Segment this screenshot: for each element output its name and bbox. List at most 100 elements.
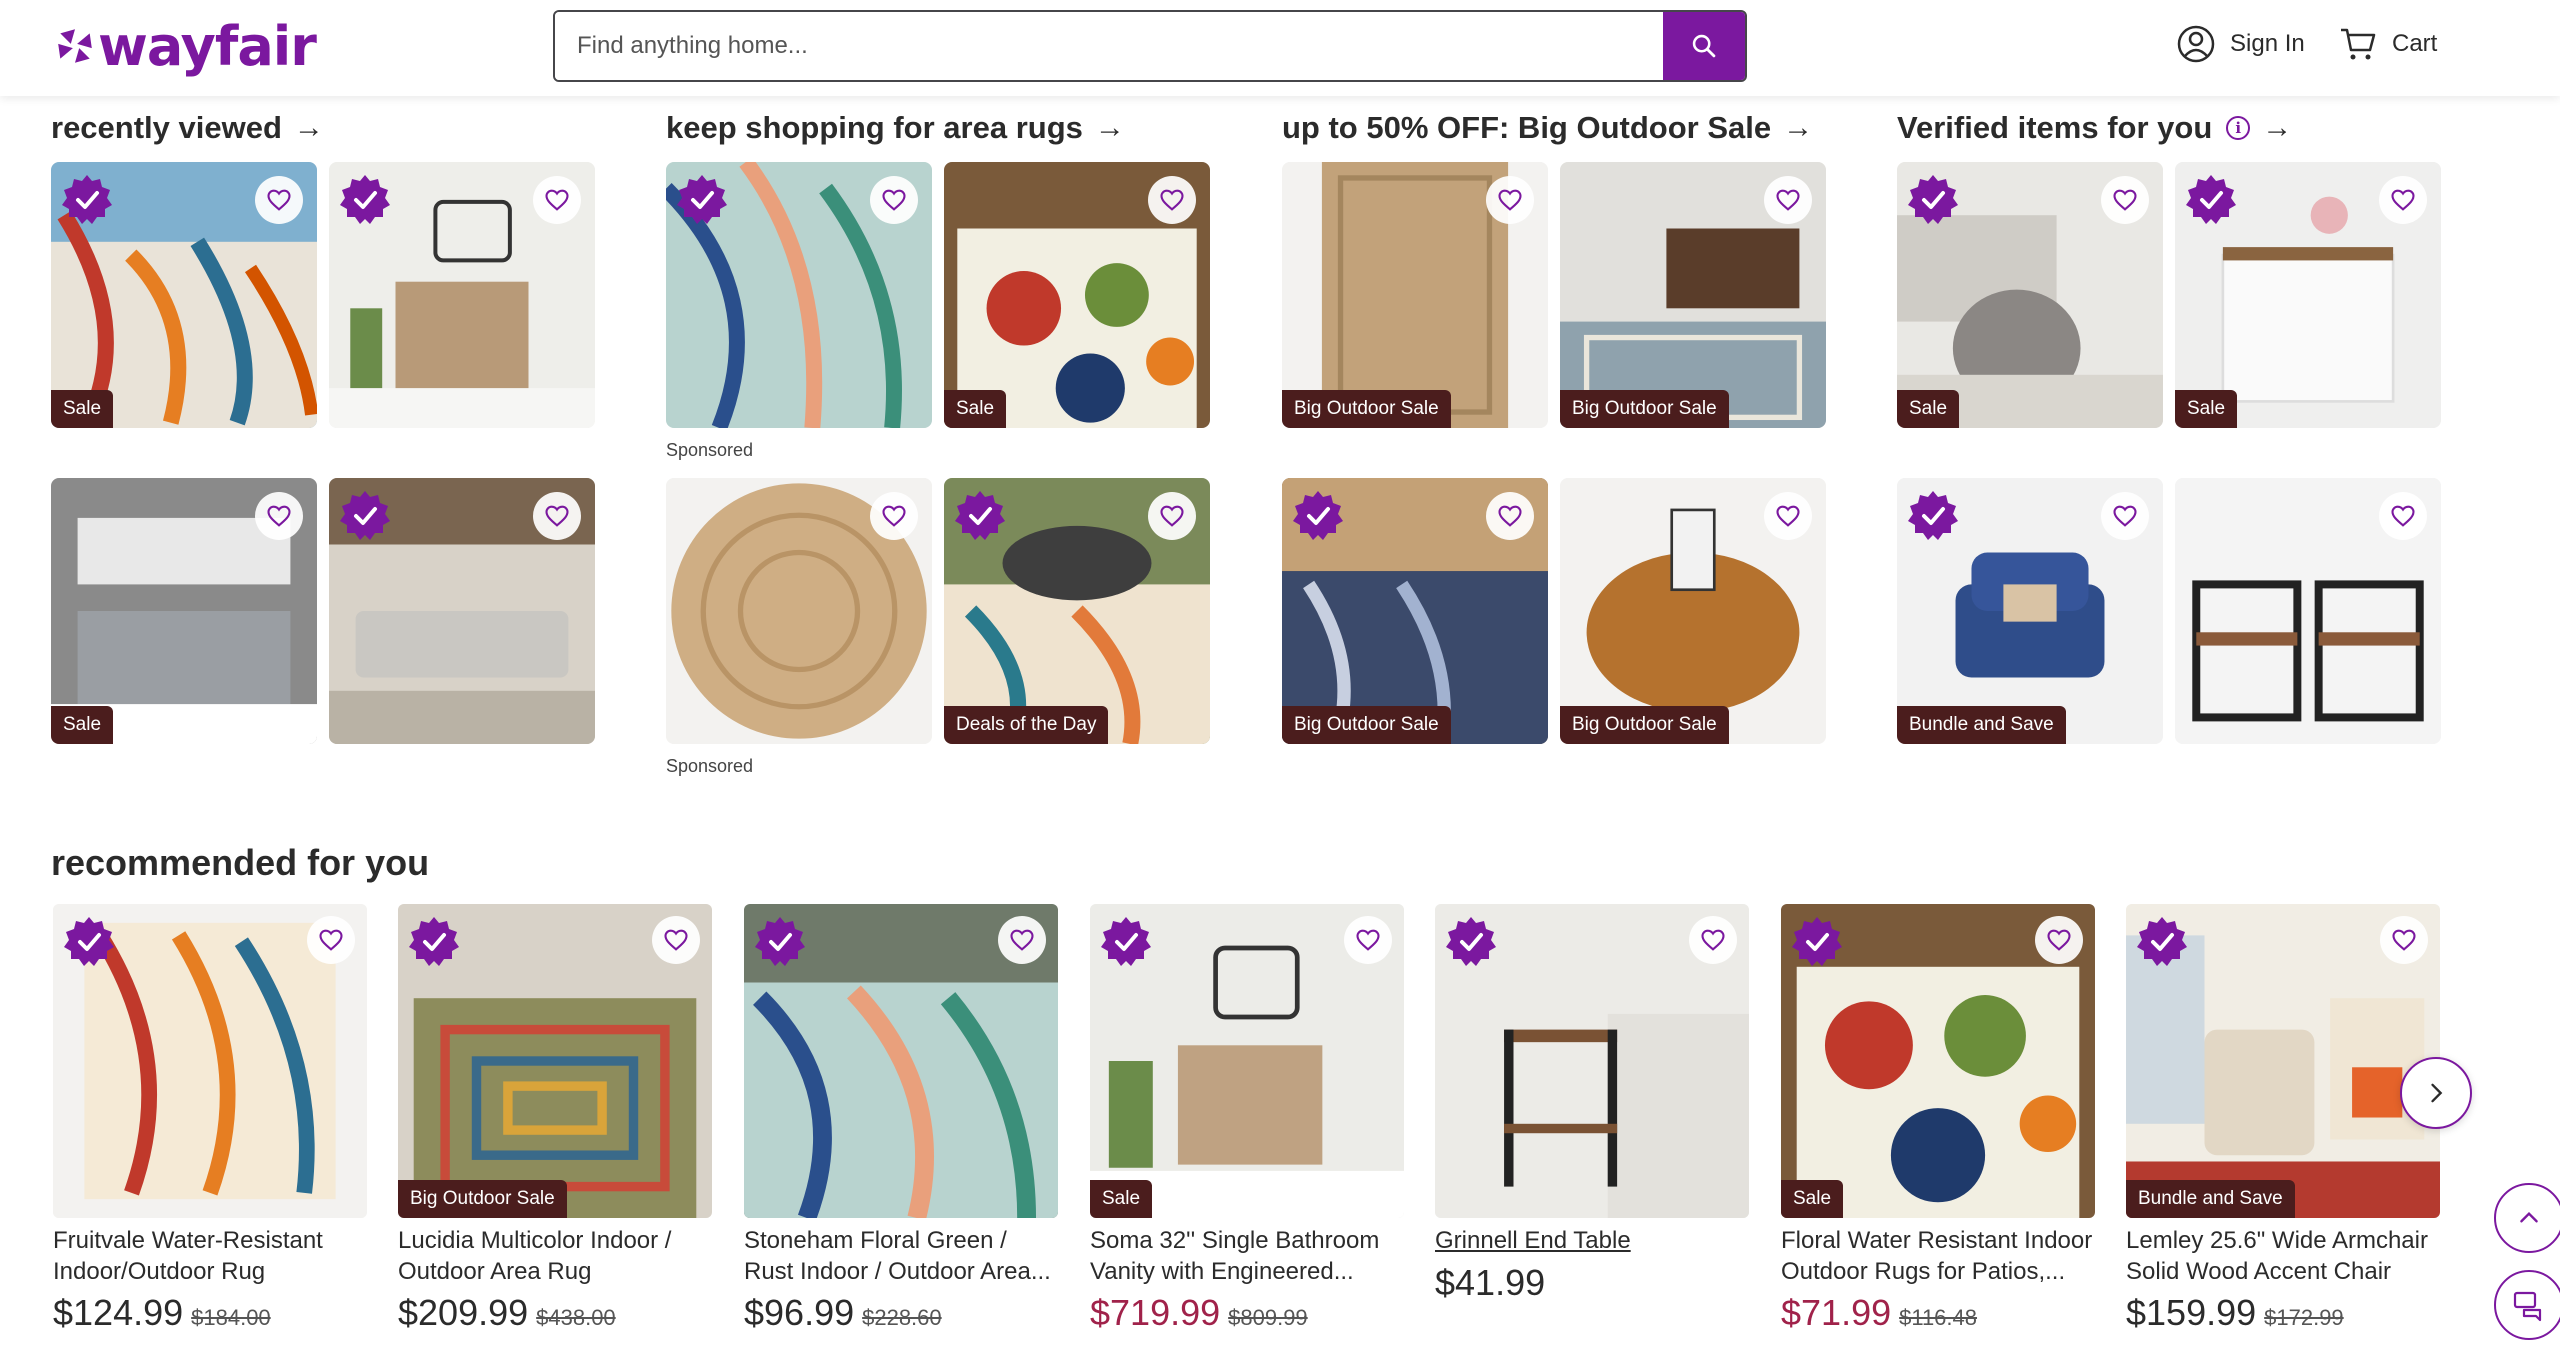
- arrow-right-icon: →: [1783, 111, 1814, 144]
- product-price: $96.99: [744, 1292, 855, 1333]
- product-tile[interactable]: Big Outdoor Sale: [1282, 162, 1548, 428]
- heart-icon: [1010, 929, 1034, 951]
- product-tile[interactable]: Big Outdoor Sale: [1560, 478, 1826, 744]
- cart-button[interactable]: Cart: [2338, 24, 2437, 64]
- product-card-image[interactable]: Sale: [1090, 904, 1404, 1218]
- favorite-button[interactable]: [2379, 492, 2427, 540]
- product-card-image[interactable]: [744, 904, 1058, 1218]
- chat-button[interactable]: [2494, 1270, 2560, 1340]
- verified-badge-icon: [755, 917, 805, 966]
- search-icon: [1692, 34, 1716, 58]
- price-row: $41.99: [1435, 1262, 1545, 1304]
- sign-in-button[interactable]: Sign In: [2176, 24, 2305, 64]
- verified-badge-icon: [1293, 491, 1343, 540]
- section-title-text: recently viewed: [51, 110, 282, 145]
- cart-label: Cart: [2392, 30, 2438, 57]
- favorite-button[interactable]: [1764, 492, 1812, 540]
- favorite-button[interactable]: [2101, 176, 2149, 224]
- section-title-verified[interactable]: Verified items for you i →: [1897, 110, 2292, 146]
- product-tile[interactable]: [2175, 478, 2441, 744]
- product-tile[interactable]: Sale: [1897, 162, 2163, 428]
- arrow-right-icon: →: [293, 111, 324, 144]
- heart-icon: [2113, 189, 2137, 211]
- sponsored-label: Sponsored: [666, 756, 754, 776]
- wayfair-logo[interactable]: wayfair: [54, 15, 317, 78]
- product-tile[interactable]: [666, 478, 932, 744]
- section-title-area-rugs[interactable]: keep shopping for area rugs →: [666, 110, 1125, 146]
- favorite-button[interactable]: [1689, 916, 1737, 964]
- product-name[interactable]: Fruitvale Water-Resistant Indoor/Outdoor…: [53, 1225, 371, 1287]
- product-name[interactable]: Stoneham Floral Green / Rust Indoor / Ou…: [744, 1225, 1062, 1287]
- chat-icon: [2513, 1291, 2542, 1322]
- favorite-button[interactable]: [255, 492, 303, 540]
- product-tile[interactable]: [666, 162, 932, 428]
- original-price: $438.00: [536, 1305, 616, 1330]
- section-title-outdoor-sale[interactable]: up to 50% OFF: Big Outdoor Sale →: [1282, 110, 1813, 146]
- product-name[interactable]: Lemley 25.6" Wide Armchair Solid Wood Ac…: [2126, 1225, 2444, 1287]
- product-tile[interactable]: Deals of the Day: [944, 478, 1210, 744]
- carousel-next-button[interactable]: [2400, 1057, 2472, 1129]
- product-tile[interactable]: Sale: [51, 478, 317, 744]
- favorite-button[interactable]: [2380, 916, 2428, 964]
- product-tile[interactable]: Sale: [944, 162, 1210, 428]
- product-tile[interactable]: Sale: [51, 162, 317, 428]
- favorite-button[interactable]: [870, 176, 918, 224]
- favorite-button[interactable]: [998, 916, 1046, 964]
- section-title-recently-viewed[interactable]: recently viewed →: [51, 110, 324, 146]
- info-icon[interactable]: i: [2226, 116, 2251, 140]
- favorite-button[interactable]: [2101, 492, 2149, 540]
- search-button[interactable]: [1663, 12, 1745, 80]
- search-bar: [553, 10, 1747, 82]
- product-tile[interactable]: Big Outdoor Sale: [1282, 478, 1548, 744]
- price-row: $124.99 $184.00: [53, 1292, 271, 1334]
- favorite-button[interactable]: [1764, 176, 1812, 224]
- heart-icon: [2113, 505, 2137, 527]
- product-card-image[interactable]: Sale: [1781, 904, 2095, 1218]
- verified-badge-icon: [1908, 491, 1958, 540]
- heart-icon: [882, 505, 906, 527]
- favorite-button[interactable]: [1148, 492, 1196, 540]
- search-input[interactable]: [555, 12, 1663, 80]
- product-name[interactable]: Soma 32'' Single Bathroom Vanity with En…: [1090, 1225, 1408, 1287]
- favorite-button[interactable]: [533, 492, 581, 540]
- favorite-button[interactable]: [1148, 176, 1196, 224]
- favorite-button[interactable]: [1486, 492, 1534, 540]
- favorite-button[interactable]: [255, 176, 303, 224]
- chevron-right-icon: [2431, 1083, 2443, 1103]
- verified-badge-icon: [1908, 175, 1958, 224]
- product-card-image[interactable]: [1435, 904, 1749, 1218]
- favorite-button[interactable]: [2035, 916, 2083, 964]
- product-card-image[interactable]: [53, 904, 367, 1218]
- product-name[interactable]: Floral Water Resistant Indoor Outdoor Ru…: [1781, 1225, 2099, 1287]
- favorite-button[interactable]: [1486, 176, 1534, 224]
- site-header: wayfair Sign In Cart: [0, 0, 2560, 96]
- favorite-button[interactable]: [1344, 916, 1392, 964]
- promo-badge: Sale: [1090, 1180, 1153, 1218]
- product-card-image[interactable]: Big Outdoor Sale: [398, 904, 712, 1218]
- product-tile[interactable]: Big Outdoor Sale: [1560, 162, 1826, 428]
- product-tile[interactable]: Bundle and Save: [1897, 478, 2163, 744]
- product-tile[interactable]: [329, 162, 595, 428]
- promo-badge: Sale: [51, 706, 114, 744]
- favorite-button[interactable]: [2379, 176, 2427, 224]
- brand-name: wayfair: [98, 14, 317, 78]
- verified-badge-icon: [340, 491, 390, 540]
- favorite-button[interactable]: [307, 916, 355, 964]
- promo-badge: Deals of the Day: [944, 706, 1109, 744]
- verified-badge-icon: [64, 917, 114, 966]
- heart-icon: [1776, 505, 1800, 527]
- product-tile[interactable]: Sale: [2175, 162, 2441, 428]
- product-name[interactable]: Lucidia Multicolor Indoor / Outdoor Area…: [398, 1225, 716, 1287]
- favorite-button[interactable]: [652, 916, 700, 964]
- favorite-button[interactable]: [533, 176, 581, 224]
- account-icon: [2177, 25, 2215, 63]
- product-card-image[interactable]: Bundle and Save: [2126, 904, 2440, 1218]
- section-title-text: up to 50% OFF: Big Outdoor Sale: [1282, 110, 1772, 145]
- heart-icon: [882, 189, 906, 211]
- product-price: $159.99: [2126, 1292, 2257, 1333]
- heart-icon: [1776, 189, 1800, 211]
- product-tile[interactable]: [329, 478, 595, 744]
- scroll-to-top-button[interactable]: [2494, 1183, 2560, 1253]
- favorite-button[interactable]: [870, 492, 918, 540]
- heart-icon: [545, 505, 569, 527]
